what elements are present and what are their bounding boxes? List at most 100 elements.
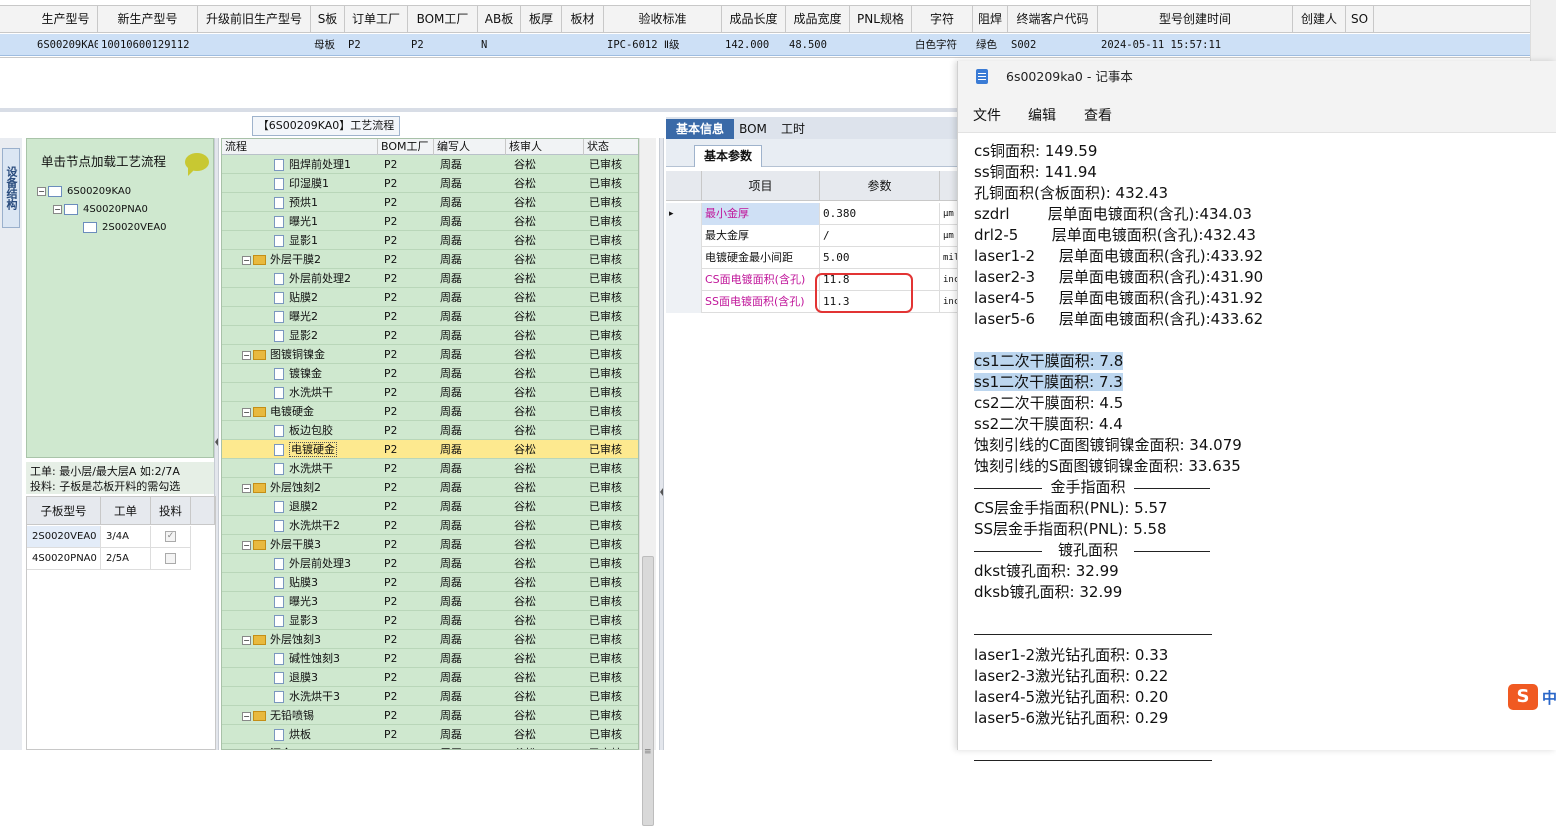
grid-cell[interactable]: 绿色 xyxy=(973,34,1008,56)
col-header[interactable]: 工单 xyxy=(101,497,151,525)
param-value[interactable]: / xyxy=(820,225,940,247)
flow-row[interactable]: 阻焊前处理1 P2 周磊 谷松 已审核 xyxy=(222,155,638,174)
col-header[interactable]: AB板 xyxy=(478,6,521,32)
col-header[interactable]: 子板型号 xyxy=(27,497,101,525)
flow-scrollbar[interactable]: ≡ xyxy=(639,138,656,826)
ime-indicator[interactable]: S 中 xyxy=(1508,684,1556,710)
grid-cell[interactable]: S002 xyxy=(1008,34,1098,56)
flow-row[interactable]: 水洗烘干 P2 周磊 谷松 已审核 xyxy=(222,383,638,402)
flow-row[interactable]: 曝光2 P2 周磊 谷松 已审核 xyxy=(222,307,638,326)
col-header[interactable]: 成品长度 xyxy=(722,6,786,32)
col-header[interactable]: 流程 xyxy=(222,139,378,155)
col-header[interactable]: SO xyxy=(1346,6,1374,32)
grid-cell[interactable]: 2024-05-11 15:57:11 xyxy=(1098,34,1293,56)
tree-node[interactable]: −6S00209KA0 xyxy=(37,184,131,200)
tree-node[interactable]: 2S0020VEA0 xyxy=(83,220,167,236)
flow-row[interactable]: 板边包胶 P2 周磊 谷松 已审核 xyxy=(222,421,638,440)
col-header[interactable]: 新生产型号 xyxy=(98,6,198,32)
col-header[interactable]: 生产型号 xyxy=(34,6,98,32)
param-row[interactable]: 电镀硬金最小间距 5.00 mil xyxy=(666,247,958,269)
flow-row[interactable]: 印湿膜1 P2 周磊 谷松 已审核 xyxy=(222,174,638,193)
col-header[interactable]: 订单工厂 xyxy=(345,6,408,32)
feed-cell[interactable]: ✓ xyxy=(151,526,191,548)
flow-row[interactable]: 贴膜3 P2 周磊 谷松 已审核 xyxy=(222,573,638,592)
flow-row[interactable]: 外层前处理2 P2 周磊 谷松 已审核 xyxy=(222,269,638,288)
order-cell[interactable]: 3/4A xyxy=(101,526,151,548)
col-header[interactable]: 字符 xyxy=(912,6,973,32)
grid-cell[interactable]: 10010600129112 xyxy=(98,34,198,56)
col-header[interactable]: 创建人 xyxy=(1293,6,1346,32)
col-header[interactable]: BOM工厂 xyxy=(408,6,478,32)
tab-work-hours[interactable]: 工时 xyxy=(774,119,812,139)
flow-row[interactable]: 水洗烘干3 P2 周磊 谷松 已审核 xyxy=(222,687,638,706)
feed-cell[interactable] xyxy=(151,548,191,570)
grid-cell[interactable] xyxy=(850,34,912,56)
flow-row[interactable]: 预烘1 P2 周磊 谷松 已审核 xyxy=(222,193,638,212)
grid-cell[interactable]: 母板 xyxy=(311,34,345,56)
tab-equipment-structure[interactable]: 设备结构 xyxy=(2,148,20,228)
col-header[interactable]: 状态 xyxy=(584,139,638,155)
col-header[interactable]: 核审人 xyxy=(506,139,584,155)
flow-row[interactable]: − 外层干膜2 P2 周磊 谷松 已审核 xyxy=(222,250,638,269)
col-header[interactable]: 阻焊 xyxy=(973,6,1008,32)
collapse-icon[interactable]: − xyxy=(242,483,251,493)
flow-row[interactable]: −沉金2 P2 周磊 谷松 已审核 xyxy=(222,744,638,749)
scroll-thumb[interactable]: ≡ xyxy=(642,556,654,826)
flow-row[interactable]: 水洗烘干2 P2 周磊 谷松 已审核 xyxy=(222,516,638,535)
col-header[interactable]: 编写人 xyxy=(434,139,506,155)
feed-checkbox[interactable] xyxy=(165,552,176,564)
flow-row[interactable]: − 无铅喷锡 P2 周磊 谷松 已审核 xyxy=(222,706,638,725)
col-header[interactable]: PNL规格 xyxy=(850,6,912,32)
param-row[interactable]: 最大金厚 / μm xyxy=(666,225,958,247)
param-row[interactable]: CS面电镀面积(含孔) 11.8 inc xyxy=(666,269,958,291)
col-header[interactable]: 验收标准 xyxy=(604,6,722,32)
grid-cell[interactable]: 142.000 xyxy=(722,34,786,56)
flow-row[interactable]: − 外层蚀刻2 P2 周磊 谷松 已审核 xyxy=(222,478,638,497)
tab-bom[interactable]: BOM xyxy=(736,119,770,139)
collapse-icon[interactable]: − xyxy=(53,204,62,214)
col-header[interactable]: 成品宽度 xyxy=(786,6,850,32)
collapse-icon[interactable]: − xyxy=(242,407,251,417)
flow-row[interactable]: 碱性蚀刻3 P2 周磊 谷松 已审核 xyxy=(222,649,638,668)
grid-cell[interactable] xyxy=(1293,34,1346,56)
param-value[interactable]: 5.00 xyxy=(820,247,940,269)
notepad-titlebar[interactable]: 6s00209ka0 - 记事本 xyxy=(958,61,1556,93)
col-header[interactable]: S板 xyxy=(311,6,345,32)
flow-row[interactable]: 退膜2 P2 周磊 谷松 已审核 xyxy=(222,497,638,516)
col-header[interactable]: 板厚 xyxy=(521,6,562,32)
collapse-arrow-icon[interactable] xyxy=(215,438,218,446)
grid-cell[interactable] xyxy=(562,34,604,56)
param-value[interactable]: 0.380 xyxy=(820,203,940,225)
collapse-arrow-icon[interactable] xyxy=(660,488,663,496)
grid-cell[interactable]: P2 xyxy=(345,34,408,56)
flow-row[interactable]: 镀镍金 P2 周磊 谷松 已审核 xyxy=(222,364,638,383)
sub-model-cell[interactable]: 2S0020VEA0 xyxy=(27,526,101,548)
flow-row[interactable]: 水洗烘干 P2 周磊 谷松 已审核 xyxy=(222,459,638,478)
feed-checkbox[interactable]: ✓ xyxy=(165,530,176,542)
collapse-icon[interactable]: − xyxy=(242,255,251,265)
model-grid-row[interactable]: 6S00209KA0 10010600129112 母板 P2 P2 N IPC-6012 … xyxy=(0,34,1530,56)
collapse-icon[interactable]: − xyxy=(37,186,46,196)
col-header[interactable]: 升级前旧生产型号 xyxy=(198,6,311,32)
menu-view[interactable]: 查看 xyxy=(1084,105,1112,125)
col-header[interactable]: 板材 xyxy=(562,6,604,32)
flow-row[interactable]: 曝光1 P2 周磊 谷松 已审核 xyxy=(222,212,638,231)
flow-row[interactable]: − 电镀硬金 P2 周磊 谷松 已审核 xyxy=(222,402,638,421)
grid-cell[interactable] xyxy=(198,34,311,56)
param-row[interactable]: ▸ 最小金厚 0.380 μm xyxy=(666,203,958,225)
flow-row[interactable]: 曝光3 P2 周磊 谷松 已审核 xyxy=(222,592,638,611)
top-scrollbar[interactable] xyxy=(1530,0,1556,61)
flow-row[interactable]: − 图镀铜镍金 P2 周磊 谷松 已审核 xyxy=(222,345,638,364)
flow-row[interactable]: 显影1 P2 周磊 谷松 已审核 xyxy=(222,231,638,250)
grid-cell[interactable]: N xyxy=(478,34,521,56)
col-header[interactable]: 投料 xyxy=(151,497,191,525)
collapse-icon[interactable]: − xyxy=(242,635,251,645)
sub-model-cell[interactable]: 4S0020PNA0 xyxy=(27,548,101,570)
flow-row[interactable]: 退膜3 P2 周磊 谷松 已审核 xyxy=(222,668,638,687)
col-header[interactable]: 参数 xyxy=(820,171,940,201)
flow-row[interactable]: 烘板 P2 周磊 谷松 已审核 xyxy=(222,725,638,744)
grid-cell[interactable] xyxy=(1346,34,1374,56)
col-header[interactable]: 型号创建时间 xyxy=(1098,6,1293,32)
grid-cell[interactable]: 白色字符 xyxy=(912,34,973,56)
menu-edit[interactable]: 编辑 xyxy=(1028,105,1056,125)
